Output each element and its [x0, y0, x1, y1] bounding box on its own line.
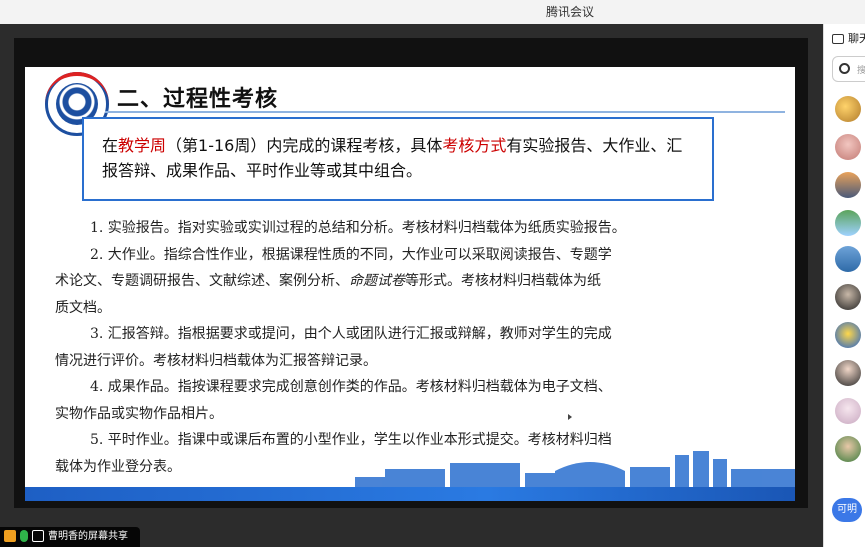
microphone-icon[interactable]: [20, 530, 28, 542]
search-placeholder: 搜: [857, 66, 865, 76]
participant-avatar-10[interactable]: [835, 436, 861, 462]
slide-title: 二、过程性考核: [117, 87, 279, 112]
participant-sidebar: 聊天 搜 可明: [823, 24, 865, 547]
participant-avatar-7[interactable]: [835, 322, 861, 348]
highlight-teaching-week: 教学周: [118, 136, 167, 155]
search-input[interactable]: 搜: [832, 56, 865, 82]
callout-box: 在教学周（第1-16周）内完成的课程考核，具体考核方式有实验报告、大作业、汇报答…: [82, 117, 714, 201]
item-works-line2: 实物作品或实物作品相片。: [55, 405, 223, 422]
item-major-assignment-line2: 术论文、专题调研报告、文献综述、案例分析、命题试卷等形式。考核材料归档载体为纸: [55, 273, 601, 289]
screen-share-label: 曹明香的屏幕共享: [48, 531, 128, 542]
item-lab-report: 1. 实验报告。指对实验或实训过程的总结和分析。考核材料归档载体为纸质实验报告。: [90, 220, 626, 236]
slide-bottom-bar: [25, 487, 795, 501]
item-presentation-line1: 3. 汇报答辩。指根据要求或提问，由个人或团队进行汇报或辩解，教师对学生的完成: [90, 326, 612, 342]
search-icon: [839, 63, 850, 74]
assessment-list: 1. 实验报告。指对实验或实训过程的总结和分析。考核材料归档载体为纸质实验报告。…: [55, 215, 745, 480]
screen-share-icon: [32, 530, 44, 542]
campus-skyline-graphic: [355, 451, 795, 489]
participant-avatar-5[interactable]: [835, 246, 861, 272]
mouse-cursor-icon: [568, 414, 572, 420]
chat-bubble-icon: [832, 34, 844, 44]
highlight-assessment-method: 考核方式: [442, 136, 507, 155]
participant-avatar-9[interactable]: [835, 398, 861, 424]
callout-text: 在教学周（第1-16周）内完成的课程考核，具体考核方式有实验报告、大作业、汇报答…: [102, 136, 683, 180]
title-underline: [105, 111, 785, 113]
item-major-assignment-line1: 2. 大作业。指综合性作业，根据课程性质的不同，大作业可以采取阅读报告、专题学: [90, 246, 612, 263]
participant-avatar-4[interactable]: [835, 210, 861, 236]
participant-avatar-8[interactable]: [835, 360, 861, 386]
window-titlebar: 腾讯会议: [0, 0, 865, 24]
chat-tab[interactable]: 聊天: [832, 30, 865, 46]
participant-avatar-3[interactable]: [835, 172, 861, 198]
more-participants-button[interactable]: 可明: [832, 498, 862, 522]
item-major-assignment-line3: 质文档。: [55, 299, 111, 316]
window-title: 腾讯会议: [545, 5, 594, 19]
participant-avatar-1[interactable]: [835, 96, 861, 122]
presentation-slide: 二、过程性考核 在教学周（第1-16周）内完成的课程考核，具体考核方式有实验报告…: [25, 67, 795, 501]
item-works-line1: 4. 成果作品。指按课程要求完成创意创作类的作品。考核材料归档载体为电子文档、: [90, 379, 612, 395]
item-presentation-line2: 情况进行评价。考核材料归档载体为汇报答辩记录。: [55, 352, 377, 369]
screen-share-indicator[interactable]: 曹明香的屏幕共享: [0, 527, 140, 547]
participant-avatar-6[interactable]: [835, 284, 861, 310]
participant-avatar-2[interactable]: [835, 134, 861, 160]
user-icon: [4, 530, 16, 542]
